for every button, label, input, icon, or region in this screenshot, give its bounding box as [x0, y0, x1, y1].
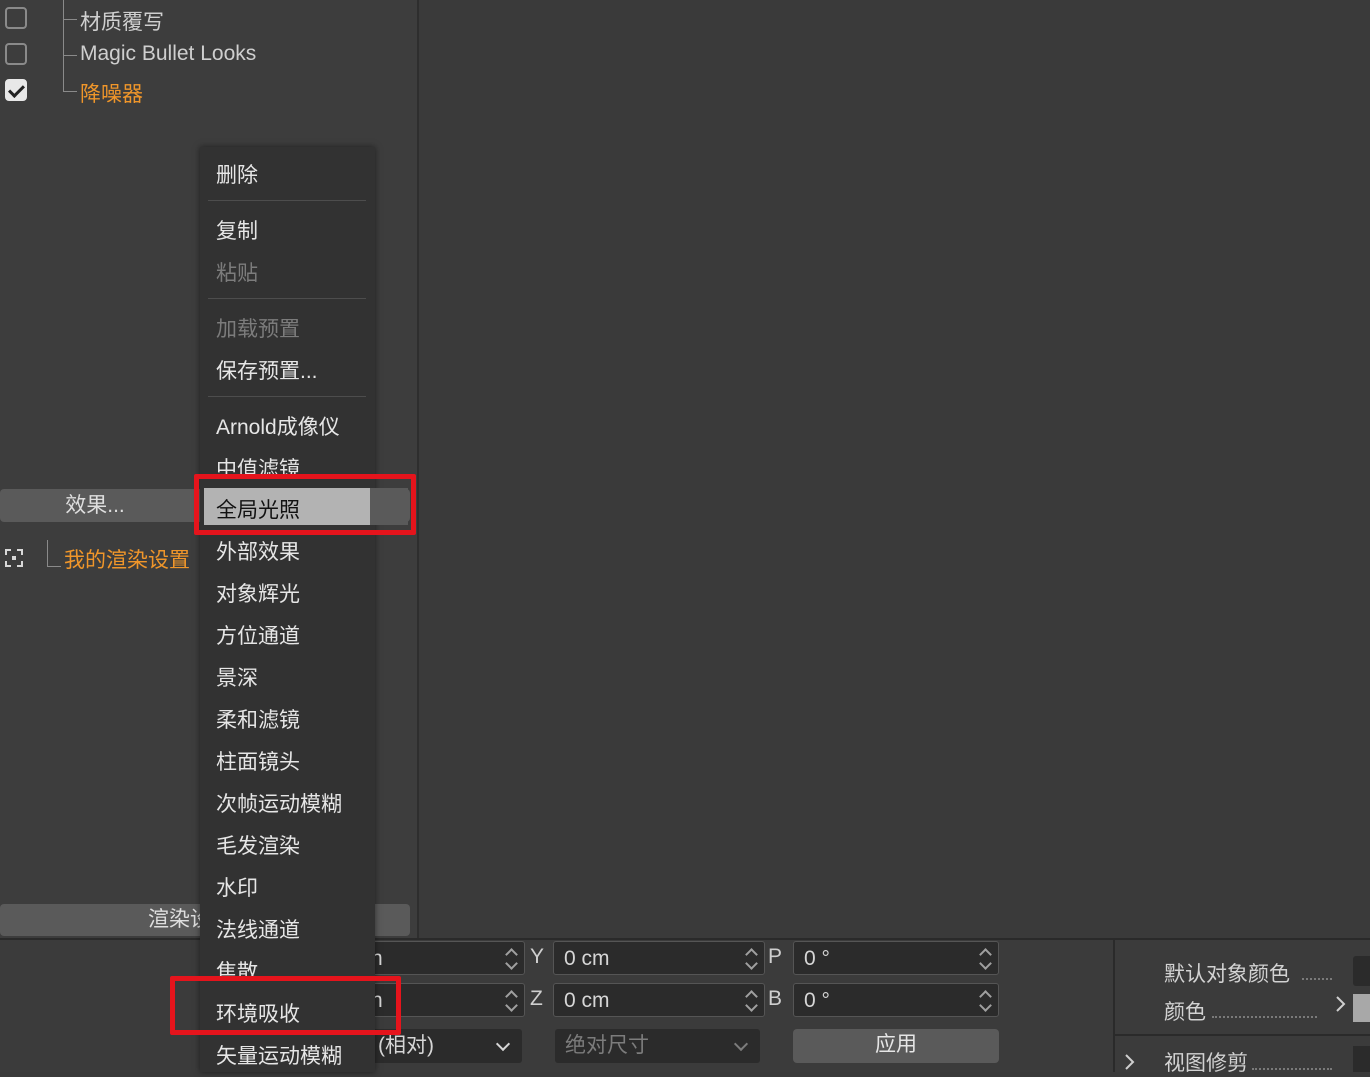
apply-button[interactable]: 应用 — [793, 1029, 999, 1063]
chevron-down-icon — [495, 1036, 511, 1052]
tree-connector — [63, 0, 64, 92]
menu-item-vector-motion-blur[interactable]: 矢量运动模糊 — [216, 1040, 342, 1070]
menu-item-hair-render[interactable]: 毛发渲染 — [216, 830, 300, 860]
spinner-icon[interactable] — [506, 990, 518, 1012]
spinner-icon[interactable] — [980, 948, 992, 970]
menu-item-copy[interactable]: 复制 — [216, 215, 258, 245]
y-axis-label: Y — [530, 945, 545, 968]
checkbox-denoiser[interactable] — [5, 79, 27, 101]
tree-connector — [47, 540, 48, 566]
coordinate-mode-value: (相对) — [378, 1034, 434, 1057]
menu-item-load-preset[interactable]: 加载预置 — [216, 313, 300, 343]
render-setting-icon — [5, 549, 23, 567]
menu-item-cylindrical-lens[interactable]: 柱面镜头 — [216, 746, 300, 776]
p-rotation-field[interactable]: 0 ° — [793, 941, 999, 975]
tree-item-material-override[interactable]: 材质覆写 — [80, 6, 164, 36]
b-rotation-value: 0 ° — [804, 989, 830, 1012]
size-mode-select[interactable]: 绝对尺寸 — [555, 1029, 760, 1063]
size-mode-value: 绝对尺寸 — [565, 1034, 649, 1057]
menu-item-paste[interactable]: 粘贴 — [216, 257, 258, 287]
chevron-right-icon[interactable] — [1334, 994, 1348, 1014]
chevron-right-icon[interactable] — [1123, 1052, 1137, 1072]
menu-separator — [208, 396, 366, 397]
dotted-leader — [1212, 1016, 1317, 1018]
tree-connector — [63, 19, 77, 20]
menu-item-soft-filter[interactable]: 柔和滤镜 — [216, 704, 300, 734]
default-object-color-select[interactable] — [1353, 956, 1370, 986]
dotted-leader — [1252, 1068, 1332, 1070]
color-swatch[interactable] — [1353, 994, 1370, 1022]
tree-connector — [63, 55, 77, 56]
menu-item-subframe-motion-blur[interactable]: 次帧运动模糊 — [216, 788, 342, 818]
tree-connector — [63, 91, 77, 92]
menu-item-normal-pass[interactable]: 法线通道 — [216, 914, 300, 944]
menu-item-arnold-imager[interactable]: Arnold成像仪 — [216, 411, 340, 441]
render-setting-item[interactable]: 我的渲染设置 — [64, 544, 190, 574]
menu-item-position-pass[interactable]: 方位通道 — [216, 620, 300, 650]
tree-item-magic-bullet-looks[interactable]: Magic Bullet Looks — [80, 42, 256, 66]
menu-item-watermark[interactable]: 水印 — [216, 872, 258, 902]
menu-item-save-preset[interactable]: 保存预置... — [216, 355, 318, 385]
tree-item-denoiser[interactable]: 降噪器 — [80, 78, 143, 108]
settings-content-area — [419, 0, 1370, 938]
spinner-icon[interactable] — [980, 990, 992, 1012]
z-position-value: 0 cm — [564, 989, 610, 1012]
y-position-value: 0 cm — [564, 947, 610, 970]
z-position-field[interactable]: 0 cm — [553, 983, 765, 1017]
spinner-icon[interactable] — [506, 948, 518, 970]
dotted-leader — [1302, 978, 1332, 980]
view-clip-select[interactable] — [1353, 1046, 1370, 1072]
menu-item-object-glow[interactable]: 对象辉光 — [216, 578, 300, 608]
color-label: 颜色 — [1164, 1001, 1206, 1024]
menu-separator — [208, 200, 366, 201]
chevron-down-icon — [733, 1036, 749, 1052]
x-size-field[interactable]: n — [360, 941, 525, 975]
menu-item-external-effects[interactable]: 外部效果 — [216, 536, 300, 566]
checkbox-magic-bullet-looks[interactable] — [5, 43, 27, 65]
p-axis-label: P — [768, 945, 783, 968]
annotation-box-ambient-occlusion — [170, 976, 401, 1035]
menu-separator — [208, 298, 366, 299]
b-axis-label: B — [768, 987, 783, 1010]
menu-item-depth-of-field[interactable]: 景深 — [216, 662, 258, 692]
z-axis-label: Z — [530, 987, 543, 1010]
y-position-field[interactable]: 0 cm — [553, 941, 765, 975]
annotation-box-global-illumination — [194, 474, 416, 535]
p-rotation-value: 0 ° — [804, 947, 830, 970]
attributes-divider — [1113, 1034, 1370, 1036]
spinner-icon[interactable] — [746, 990, 758, 1012]
checkbox-material-override[interactable] — [5, 7, 27, 29]
view-clip-label[interactable]: 视图修剪 — [1164, 1047, 1248, 1077]
b-rotation-field[interactable]: 0 ° — [793, 983, 999, 1017]
default-object-color-label: 默认对象颜色 — [1164, 963, 1290, 986]
menu-item-delete[interactable]: 删除 — [216, 159, 258, 189]
tree-connector — [47, 566, 61, 567]
spinner-icon[interactable] — [746, 948, 758, 970]
